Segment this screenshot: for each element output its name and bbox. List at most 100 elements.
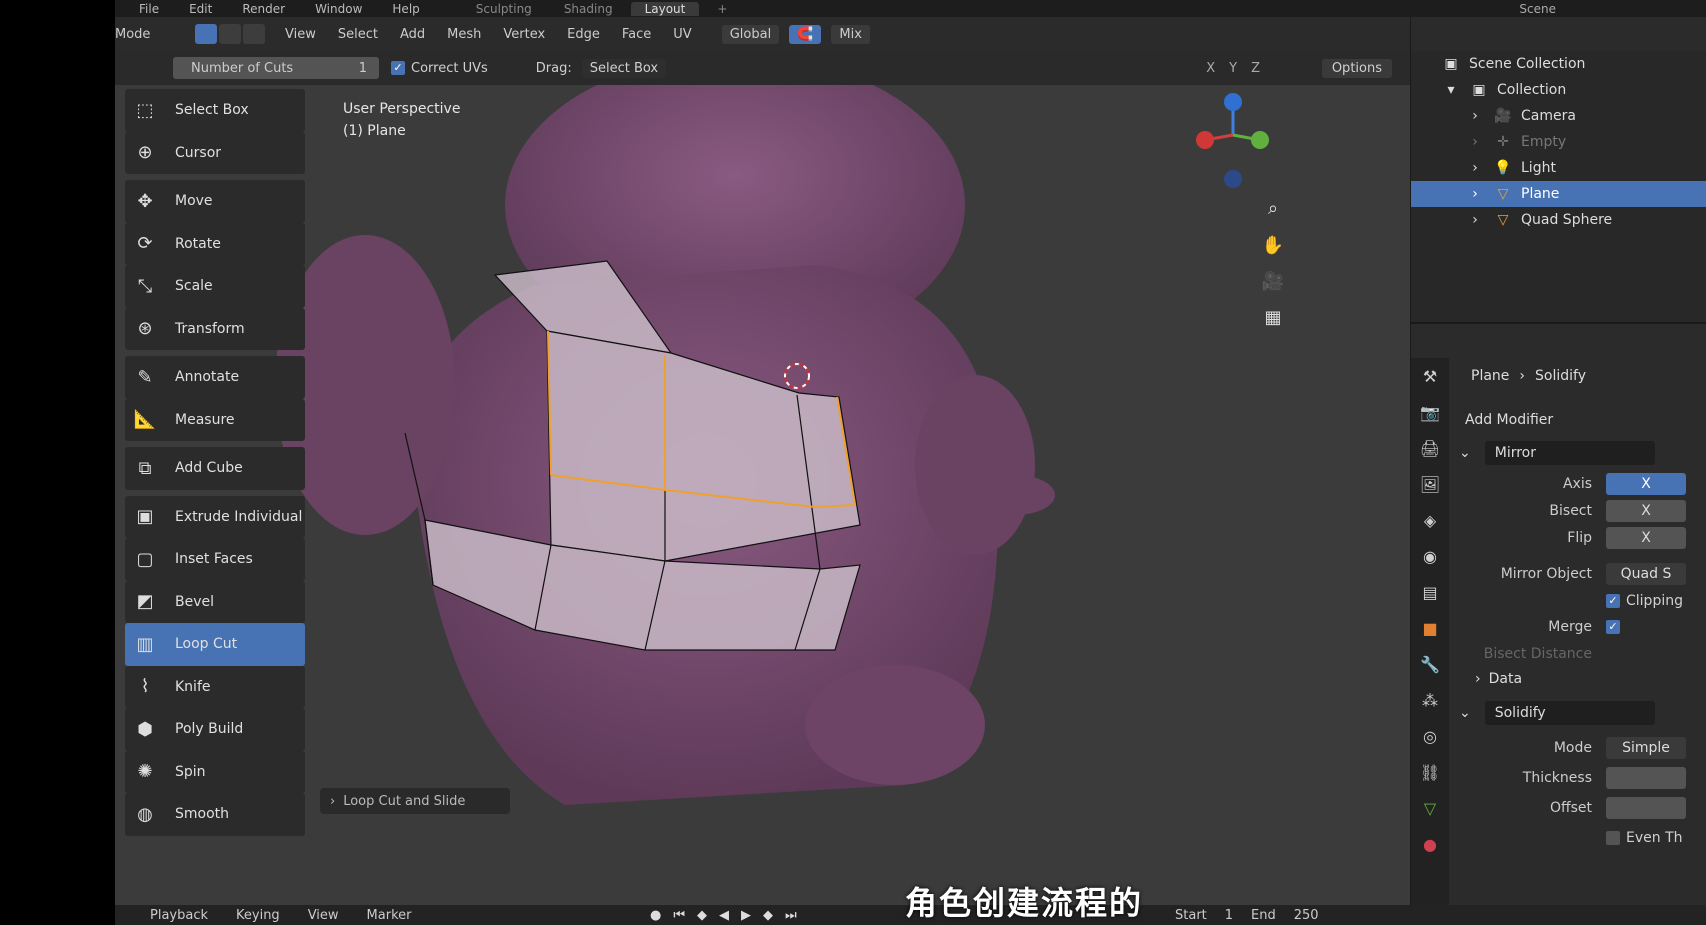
tool-transform[interactable]: ⊛ Transform — [125, 307, 305, 350]
tool-poly-build[interactable]: ⬢ Poly Build — [125, 708, 305, 751]
clipping-row[interactable]: ✓ Clipping — [1451, 589, 1706, 613]
menu-playback[interactable]: Playback — [150, 908, 208, 923]
orientation-dropdown[interactable]: Global — [721, 24, 780, 44]
menu-keying[interactable]: Keying — [236, 908, 280, 923]
outliner-collection[interactable]: ▾ ▣ Collection — [1411, 77, 1706, 103]
bisect-x-toggle[interactable]: X — [1606, 500, 1686, 522]
menu-mesh[interactable]: Mesh — [447, 27, 481, 42]
mirror-modifier-name[interactable]: Mirror — [1484, 441, 1655, 465]
tool-rotate[interactable]: ⟳ Rotate — [125, 222, 305, 265]
mirror-object-field[interactable]: Quad S — [1606, 563, 1686, 585]
end-field[interactable]: 250 — [1294, 908, 1319, 923]
menu-view[interactable]: View — [285, 27, 316, 42]
collection-tab-icon[interactable]: ▤ — [1411, 574, 1449, 610]
operator-panel[interactable]: › Loop Cut and Slide — [320, 788, 510, 814]
mode-dropdown[interactable]: Simple — [1606, 737, 1686, 759]
tool-smooth[interactable]: ◍ Smooth — [125, 793, 305, 836]
outliner-item-quad-sphere[interactable]: › ▽ Quad Sphere — [1411, 207, 1706, 233]
drag-dropdown[interactable]: Select Box — [581, 58, 667, 78]
outliner-item-camera[interactable]: › 🎥 Camera — [1411, 103, 1706, 129]
navigation-gizmo[interactable] — [1196, 93, 1269, 188]
axis-y-toggle[interactable]: Y — [1229, 61, 1237, 76]
menu-file[interactable]: File — [139, 2, 159, 16]
record-icon[interactable]: ● — [650, 908, 661, 923]
vertex-select-button[interactable] — [195, 24, 217, 44]
add-modifier-button[interactable]: Add Modifier — [1465, 412, 1553, 428]
object-tab-icon[interactable]: ■ — [1411, 610, 1449, 646]
axis-z-toggle[interactable]: Z — [1251, 61, 1260, 76]
edge-select-button[interactable] — [219, 24, 241, 44]
solidify-modifier-header[interactable]: ⌄ Solidify — [1459, 698, 1706, 728]
face-select-button[interactable] — [243, 24, 265, 44]
outliner-item-plane[interactable]: › ▽ Plane — [1411, 181, 1706, 207]
flip-x-toggle[interactable]: X — [1606, 527, 1686, 549]
menu-face[interactable]: Face — [622, 27, 651, 42]
constraints-tab-icon[interactable]: ⛓ — [1411, 754, 1449, 790]
prev-keyframe-icon[interactable]: ◆ — [697, 908, 707, 923]
options-dropdown[interactable]: Options — [1321, 58, 1392, 78]
even-thickness-row[interactable]: Even Th — [1451, 826, 1706, 850]
outliner-item-light[interactable]: › 💡 Light — [1411, 155, 1706, 181]
axis-x-toggle[interactable]: X — [1606, 473, 1686, 495]
start-field[interactable]: 1 — [1225, 908, 1233, 923]
next-keyframe-icon[interactable]: ◆ — [763, 908, 773, 923]
camera-view-icon[interactable]: 🎥 — [1260, 268, 1286, 294]
tool-measure[interactable]: 📐 Measure — [125, 398, 305, 441]
merge-checkbox-icon[interactable]: ✓ — [1606, 620, 1620, 634]
jump-end-icon[interactable]: ⏭ — [785, 908, 797, 923]
snap-icon[interactable]: 🧲 — [789, 24, 822, 44]
data-subpanel[interactable]: › Data — [1475, 664, 1706, 694]
menu-timeline-view[interactable]: View — [308, 908, 339, 923]
tool-inset-faces[interactable]: ▢ Inset Faces — [125, 538, 305, 581]
tab-shading[interactable]: Shading — [550, 2, 627, 16]
scene-tab-icon[interactable]: ◈ — [1411, 502, 1449, 538]
menu-edge[interactable]: Edge — [567, 27, 600, 42]
particles-tab-icon[interactable]: ⁂ — [1411, 682, 1449, 718]
tool-tab-icon[interactable]: ⚒ — [1411, 358, 1449, 394]
view-layer-tab-icon[interactable]: 🖼 — [1411, 466, 1449, 502]
tool-select-box[interactable]: ⬚ Select Box — [125, 89, 305, 132]
outliner-item-empty[interactable]: › ✛ Empty — [1411, 129, 1706, 155]
clipping-checkbox-icon[interactable]: ✓ — [1606, 594, 1620, 608]
tool-spin[interactable]: ✺ Spin — [125, 750, 305, 793]
3d-viewport[interactable]: User Perspective (1) Plane ⌕ ✋ 🎥 ▦ ⬚ Sele… — [115, 85, 1410, 905]
correct-uvs-checkbox[interactable]: ✓ Correct UVs — [391, 61, 488, 76]
menu-help[interactable]: Help — [392, 2, 419, 16]
menu-edit[interactable]: Edit — [189, 2, 212, 16]
menu-vertex[interactable]: Vertex — [503, 27, 545, 42]
play-reverse-icon[interactable]: ◀ — [719, 908, 729, 923]
menu-render[interactable]: Render — [242, 2, 285, 16]
tool-cursor[interactable]: ⊕ Cursor — [125, 131, 305, 174]
physics-tab-icon[interactable]: ◎ — [1411, 718, 1449, 754]
material-tab-icon[interactable]: ● — [1411, 826, 1449, 862]
snap-mode-dropdown[interactable]: Mix — [831, 24, 870, 44]
menu-add[interactable]: Add — [400, 27, 425, 42]
outliner-scene-collection[interactable]: ▣ Scene Collection — [1411, 51, 1706, 77]
play-icon[interactable]: ▶ — [741, 908, 751, 923]
tool-bevel[interactable]: ◩ Bevel — [125, 580, 305, 623]
tool-annotate[interactable]: ✎ Annotate — [125, 356, 305, 399]
tab-sculpting[interactable]: Sculpting — [462, 2, 546, 16]
axis-x-toggle[interactable]: X — [1206, 61, 1215, 76]
jump-start-icon[interactable]: ⏮ — [673, 908, 685, 923]
tool-knife[interactable]: ⌇ Knife — [125, 665, 305, 708]
solidify-modifier-name[interactable]: Solidify — [1484, 701, 1655, 725]
tool-move[interactable]: ✥ Move — [125, 180, 305, 223]
mode-dropdown[interactable]: Mode — [115, 27, 195, 42]
data-tab-icon[interactable]: ▽ — [1411, 790, 1449, 826]
tool-loop-cut[interactable]: ▥ Loop Cut — [125, 623, 305, 666]
mirror-modifier-header[interactable]: ⌄ Mirror — [1459, 438, 1706, 468]
offset-field[interactable] — [1606, 797, 1686, 819]
menu-window[interactable]: Window — [315, 2, 362, 16]
world-tab-icon[interactable]: ◉ — [1411, 538, 1449, 574]
tab-layout[interactable]: Layout — [630, 1, 700, 16]
thickness-field[interactable] — [1606, 767, 1686, 789]
zoom-icon[interactable]: ⌕ — [1260, 195, 1286, 221]
menu-marker[interactable]: Marker — [367, 908, 412, 923]
even-thickness-checkbox-icon[interactable] — [1606, 831, 1620, 845]
grid-view-icon[interactable]: ▦ — [1260, 304, 1286, 330]
pan-hand-icon[interactable]: ✋ — [1260, 232, 1286, 258]
render-tab-icon[interactable]: 📷 — [1411, 394, 1449, 430]
menu-uv[interactable]: UV — [673, 27, 691, 42]
add-workspace-button[interactable]: + — [703, 2, 741, 16]
